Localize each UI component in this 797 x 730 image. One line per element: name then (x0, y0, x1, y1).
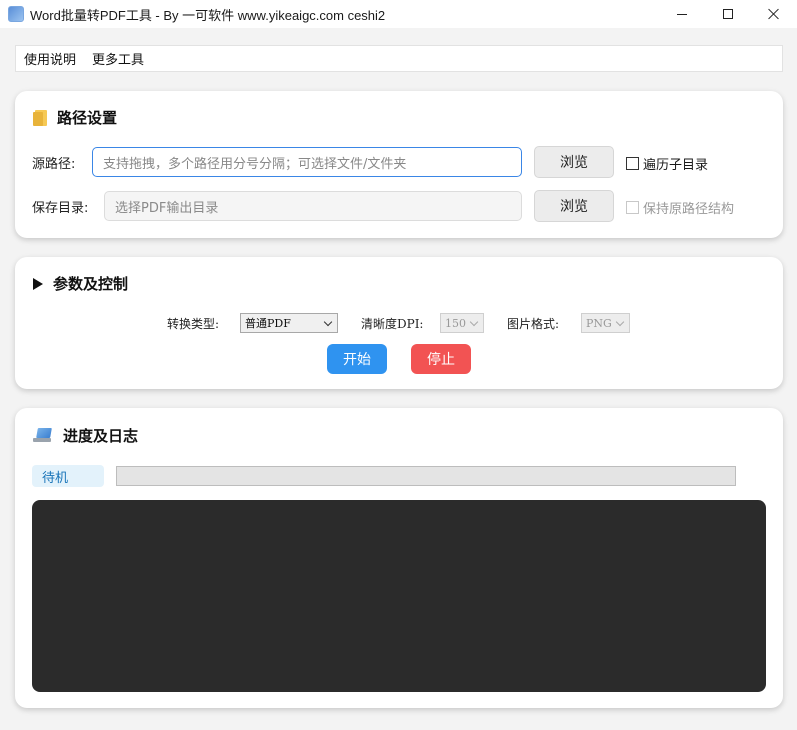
minimize-button[interactable] (659, 0, 705, 28)
image-format-value: PNG (586, 316, 612, 330)
save-dir-label: 保存目录: (32, 201, 89, 216)
save-dir-placeholder: 选择PDF输出目录 (115, 200, 219, 216)
image-format-label: 图片格式: (507, 317, 560, 331)
window-controls (659, 0, 797, 28)
keep-structure-checkbox-label: 保持原路径结构 (643, 202, 735, 217)
stop-button[interactable]: 停止 (411, 344, 471, 374)
convert-type-label: 转换类型: (167, 317, 220, 331)
close-button[interactable] (751, 0, 797, 28)
path-settings-title: 路径设置 (33, 107, 117, 128)
app-icon (8, 6, 24, 22)
chevron-down-icon (615, 317, 625, 327)
convert-type-value: 普通PDF (245, 317, 291, 330)
close-icon (768, 8, 780, 20)
folder-icon (33, 109, 47, 126)
window-title: Word批量转PDF工具 - By 一可软件 www.yikeaigc.com … (30, 7, 386, 23)
minimize-icon (677, 13, 687, 15)
keep-structure-checkbox-box[interactable] (626, 201, 639, 214)
dpi-select[interactable]: 150 (440, 313, 484, 333)
recurse-checkbox-label: 遍历子目录 (643, 158, 709, 173)
save-dir-input[interactable]: 选择PDF输出目录 (104, 191, 522, 221)
convert-type-select[interactable]: 普通PDF (240, 313, 338, 333)
dpi-label: 清晰度DPI: (361, 317, 424, 331)
menu-item-help[interactable]: 使用说明 (24, 49, 76, 68)
chevron-down-icon (469, 317, 479, 327)
source-path-placeholder: 支持拖拽，多个路径用分号分隔；可选择文件/文件夹 (103, 156, 407, 172)
source-browse-button[interactable]: 浏览 (534, 146, 614, 178)
progress-title: 进度及日志 (33, 425, 138, 446)
chevron-down-icon (323, 317, 333, 327)
path-settings-title-text: 路径设置 (57, 109, 118, 127)
dpi-value: 150 (445, 316, 466, 330)
progress-bar (116, 466, 736, 486)
path-settings-panel: 路径设置 源路径: 支持拖拽，多个路径用分号分隔；可选择文件/文件夹 浏览 遍历… (15, 91, 783, 238)
maximize-icon (723, 9, 733, 19)
collapse-triangle-icon[interactable] (33, 277, 43, 290)
progress-panel: 进度及日志 待机 (15, 408, 783, 708)
params-panel: 参数及控制 转换类型: 普通PDF 清晰度DPI: 150 图片格式: PNG … (15, 257, 783, 389)
menu-bar: 使用说明 更多工具 (15, 45, 783, 72)
params-title: 参数及控制 (33, 273, 128, 294)
maximize-button[interactable] (705, 0, 751, 28)
laptop-icon (33, 428, 53, 444)
source-path-input[interactable]: 支持拖拽，多个路径用分号分隔；可选择文件/文件夹 (92, 147, 522, 177)
keep-structure-checkbox[interactable]: 保持原路径结构 (626, 198, 734, 217)
image-format-select[interactable]: PNG (581, 313, 630, 333)
params-title-text: 参数及控制 (53, 275, 129, 293)
start-button[interactable]: 开始 (327, 344, 387, 374)
save-browse-button[interactable]: 浏览 (534, 190, 614, 222)
title-bar: Word批量转PDF工具 - By 一可软件 www.yikeaigc.com … (0, 0, 797, 28)
recurse-subdirs-checkbox[interactable]: 遍历子目录 (626, 154, 708, 173)
progress-title-text: 进度及日志 (63, 427, 139, 445)
recurse-checkbox-box[interactable] (626, 157, 639, 170)
menu-item-more-tools[interactable]: 更多工具 (92, 49, 144, 68)
log-output[interactable] (32, 500, 766, 692)
status-badge: 待机 (32, 465, 104, 487)
source-path-label: 源路径: (32, 157, 76, 172)
